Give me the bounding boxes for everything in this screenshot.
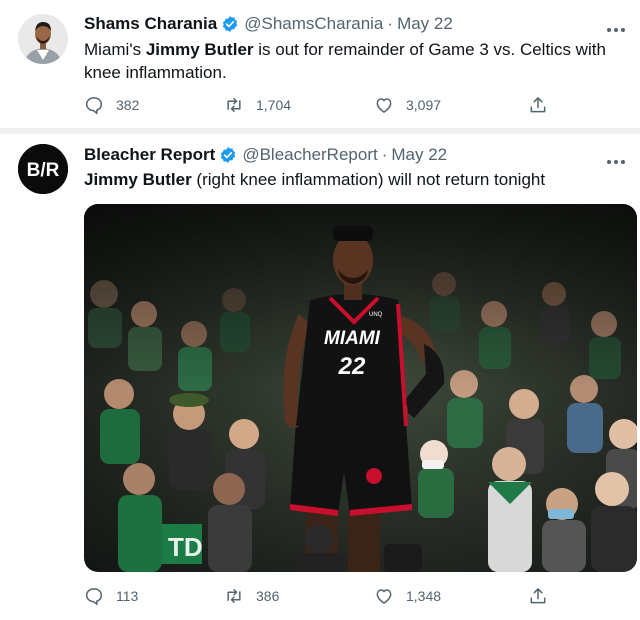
author-handle[interactable]: @BleacherReport <box>242 145 377 165</box>
more-icon[interactable] <box>606 152 626 164</box>
reply-icon <box>85 588 103 606</box>
tweet-date[interactable]: May 22 <box>391 145 447 165</box>
tweet-text-part: Miami's <box>84 40 146 59</box>
reply-count: 382 <box>116 97 140 113</box>
retweet-count: 1,704 <box>256 97 292 113</box>
retweet-icon <box>227 98 241 112</box>
author-name[interactable]: Bleacher Report <box>84 145 215 165</box>
tweet-text-bold: Jimmy Butler <box>84 170 192 189</box>
tweet-photo[interactable]: TD <box>84 204 637 572</box>
like-icon <box>376 589 392 604</box>
tweet-text-bold: Jimmy Butler <box>145 40 254 59</box>
tweet-actions: 113 386 1,348 <box>84 586 564 608</box>
like-button[interactable]: 3,097 <box>374 95 441 115</box>
like-count: 3,097 <box>406 97 442 113</box>
author-handle[interactable]: @ShamsCharania <box>244 14 383 34</box>
share-button[interactable] <box>528 586 560 606</box>
tweet-header: Shams Charania @ShamsCharania · May 22 <box>84 13 453 35</box>
separator-dot: · <box>387 14 394 33</box>
retweet-count: 386 <box>256 588 280 604</box>
jersey-team-text: MIAMI <box>324 328 381 349</box>
avatar[interactable] <box>18 14 68 64</box>
reply-button[interactable]: 113 <box>84 586 138 606</box>
share-button[interactable] <box>528 95 560 115</box>
share-icon <box>530 97 546 113</box>
jersey-brand-text: UNQ <box>369 312 383 318</box>
more-icon[interactable] <box>606 20 626 32</box>
separator-dot: · <box>381 145 388 164</box>
verified-icon <box>219 146 237 164</box>
reply-button[interactable]: 382 <box>84 95 139 115</box>
tweet-header: Bleacher Report @BleacherReport · May 22 <box>84 144 447 166</box>
tweet-text: Jimmy Butler (right knee inflammation) w… <box>84 168 622 191</box>
retweet-icon <box>227 589 241 603</box>
tweet-text: Miami's Jimmy Butler is out for remainde… <box>84 38 622 84</box>
like-button[interactable]: 1,348 <box>374 586 441 606</box>
avatar-logo-text: B/R <box>27 160 60 181</box>
tweet-text-part: (right knee inflammation) will not retur… <box>191 170 546 189</box>
verified-icon <box>221 15 239 33</box>
tweet-date[interactable]: May 22 <box>397 14 453 34</box>
retweet-button[interactable]: 1,704 <box>224 95 291 115</box>
reply-icon <box>85 97 103 115</box>
share-icon <box>530 588 546 604</box>
tweet-bleacher-report[interactable]: B/R Bleacher Report @BleacherReport · Ma… <box>0 134 640 620</box>
like-count: 1,348 <box>406 588 442 604</box>
author-name[interactable]: Shams Charania <box>84 14 217 34</box>
retweet-button[interactable]: 386 <box>224 586 279 606</box>
avatar[interactable]: B/R <box>18 144 68 194</box>
reply-count: 113 <box>116 588 139 604</box>
tweet-shams[interactable]: Shams Charania @ShamsCharania · May 22 M… <box>0 0 640 128</box>
jersey-number-text: 22 <box>338 353 366 380</box>
tweet-actions: 382 1,704 3,097 <box>84 95 564 117</box>
like-icon <box>376 98 392 113</box>
